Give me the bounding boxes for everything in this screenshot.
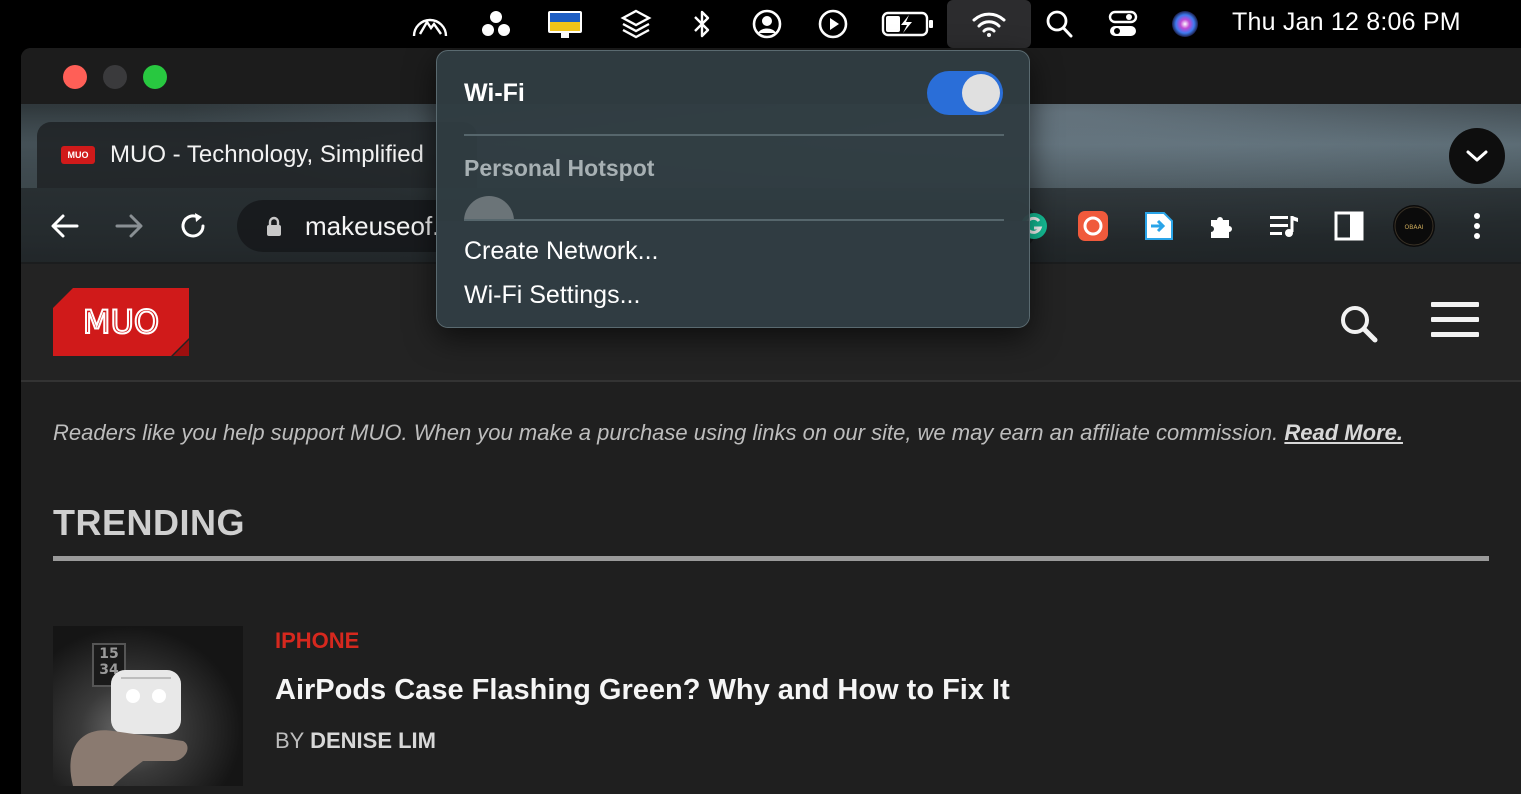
maximize-window-button[interactable]: [143, 65, 167, 89]
reload-button[interactable]: [175, 208, 211, 244]
affiliate-disclaimer: Readers like you help support MUO. When …: [53, 420, 1403, 446]
create-network-item[interactable]: Create Network...: [464, 237, 659, 266]
tab-search-button[interactable]: [1449, 128, 1505, 184]
svg-text:MUO: MUO: [83, 303, 159, 341]
section-divider: [53, 556, 1489, 561]
article-title-link[interactable]: AirPods Case Flashing Green? Why and How…: [275, 674, 1010, 707]
wifi-toggle[interactable]: [927, 71, 1003, 115]
dots-cluster-icon[interactable]: [478, 6, 514, 42]
menu-separator: [464, 134, 1004, 136]
reload-icon: [181, 213, 205, 238]
article-category[interactable]: IPHONE: [275, 628, 359, 654]
lock-icon[interactable]: [265, 216, 283, 238]
side-panel-icon[interactable]: [1331, 208, 1367, 244]
article-byline: BY DENISE LIM: [275, 728, 436, 754]
siri-icon[interactable]: [1168, 6, 1202, 42]
minimize-window-button[interactable]: [103, 65, 127, 89]
search-icon: [1341, 306, 1378, 343]
wifi-menu-title: Wi-Fi: [464, 79, 525, 107]
menu-separator: [464, 219, 1004, 221]
playlist-icon[interactable]: [1266, 208, 1302, 244]
ukraine-flag-monitor-icon[interactable]: [545, 6, 585, 42]
back-button[interactable]: [47, 208, 83, 244]
personal-hotspot-header: Personal Hotspot: [464, 155, 655, 181]
forward-button[interactable]: [111, 208, 147, 244]
extensions-puzzle-icon[interactable]: [1204, 208, 1240, 244]
wifi-dropdown-menu: Wi-Fi Personal Hotspot Create Network...…: [436, 50, 1030, 328]
chevron-down-icon: [1466, 150, 1488, 162]
tab-favicon: MUO: [61, 146, 95, 164]
layers-icon[interactable]: [618, 6, 654, 42]
mountain-icon[interactable]: [410, 6, 450, 42]
wifi-toggle-knob: [962, 74, 1000, 112]
user-circle-icon[interactable]: [750, 6, 784, 42]
wifi-icon[interactable]: [970, 6, 1008, 42]
svg-text:OBAAI: OBAAI: [1405, 224, 1424, 231]
article-author[interactable]: DENISE LIM: [310, 728, 436, 753]
muo-logo[interactable]: MUO: [53, 288, 189, 356]
spotlight-search-icon[interactable]: [1044, 6, 1074, 42]
article-thumbnail[interactable]: 15 34: [53, 626, 243, 786]
wifi-settings-item[interactable]: Wi-Fi Settings...: [464, 281, 640, 310]
menu-bar-clock[interactable]: Thu Jan 12 8:06 PM: [1232, 8, 1461, 37]
play-circle-icon[interactable]: [816, 6, 850, 42]
close-window-button[interactable]: [63, 65, 87, 89]
profile-avatar-icon[interactable]: OBAAI: [1391, 203, 1437, 249]
read-more-link[interactable]: Read More.: [1284, 420, 1403, 445]
hamburger-menu-icon[interactable]: [1431, 302, 1481, 338]
screen-recorder-icon[interactable]: [1075, 208, 1111, 244]
section-heading: TRENDING: [53, 502, 245, 543]
arrow-right-icon: [115, 214, 143, 238]
web-page: MUO Readers like you help support MUO. W…: [21, 264, 1521, 794]
disclaimer-text: Readers like you help support MUO. When …: [53, 420, 1279, 445]
tab-title: MUO - Technology, Simplified: [110, 141, 424, 168]
control-center-icon[interactable]: [1106, 6, 1140, 42]
more-menu-icon[interactable]: [1459, 208, 1495, 244]
byline-label: BY: [275, 728, 304, 753]
share-arrow-icon[interactable]: [1141, 208, 1177, 244]
battery-charging-icon[interactable]: [880, 6, 936, 42]
svg-text:15: 15: [99, 646, 118, 662]
site-search-button[interactable]: [1339, 304, 1379, 349]
browser-tab[interactable]: MUO MUO - Technology, Simplified: [37, 122, 477, 188]
menu-bar: Thu Jan 12 8:06 PM: [0, 0, 1521, 48]
arrow-left-icon: [51, 214, 79, 238]
bluetooth-icon[interactable]: [688, 6, 716, 42]
